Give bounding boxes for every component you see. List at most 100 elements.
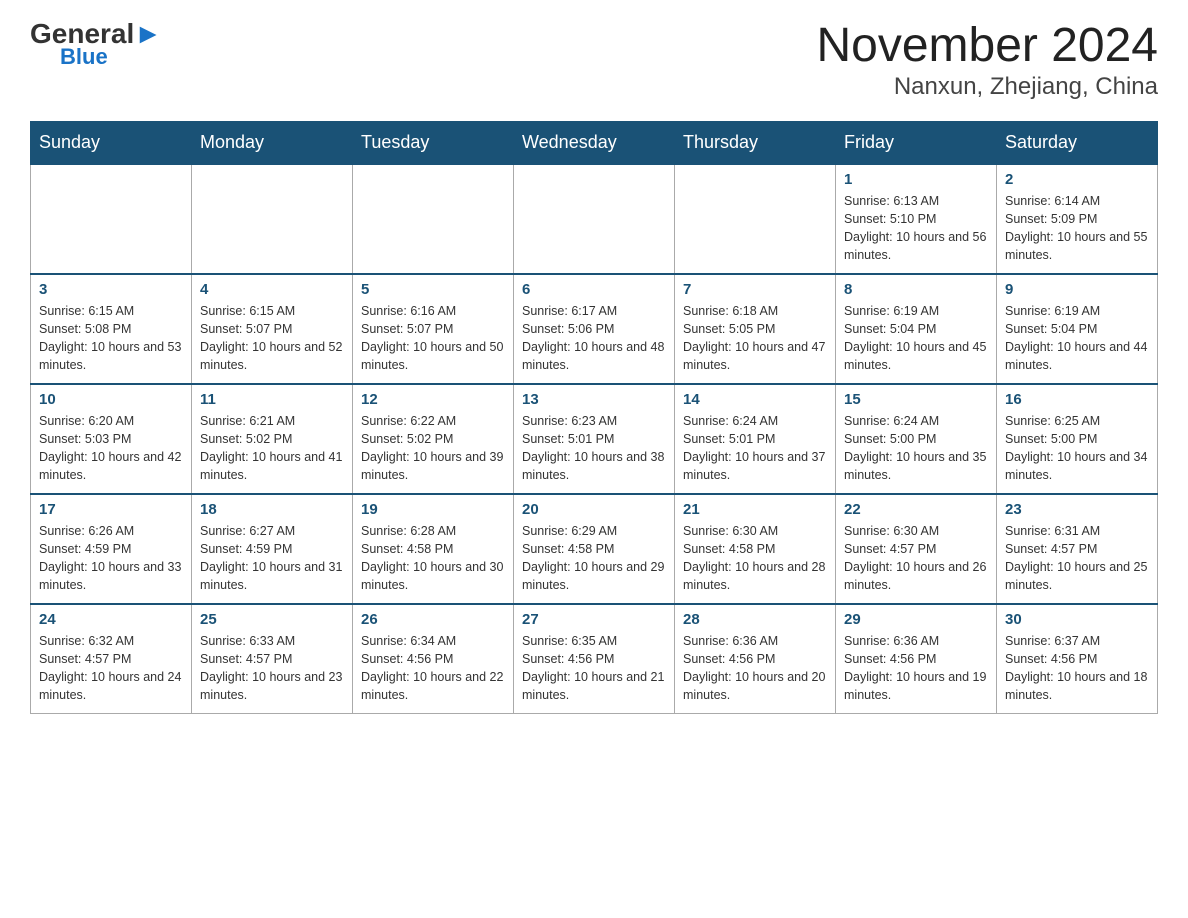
day-number: 13 (522, 391, 666, 408)
calendar-header-row: Sunday Monday Tuesday Wednesday Thursday… (31, 121, 1158, 164)
day-info: Sunrise: 6:17 AMSunset: 5:06 PMDaylight:… (522, 302, 666, 375)
list-item: 30 Sunrise: 6:37 AMSunset: 4:56 PMDayligh… (997, 604, 1158, 714)
day-info: Sunrise: 6:23 AMSunset: 5:01 PMDaylight:… (522, 412, 666, 485)
day-number: 20 (522, 501, 666, 518)
table-row: 1 Sunrise: 6:13 AMSunset: 5:10 PMDaylight… (31, 164, 1158, 274)
list-item: 13 Sunrise: 6:23 AMSunset: 5:01 PMDayligh… (514, 384, 675, 494)
list-item: 28 Sunrise: 6:36 AMSunset: 4:56 PMDayligh… (675, 604, 836, 714)
day-info: Sunrise: 6:18 AMSunset: 5:05 PMDaylight:… (683, 302, 827, 375)
col-saturday: Saturday (997, 121, 1158, 164)
day-number: 30 (1005, 611, 1149, 628)
day-number: 17 (39, 501, 183, 518)
day-number: 21 (683, 501, 827, 518)
list-item: 21 Sunrise: 6:30 AMSunset: 4:58 PMDayligh… (675, 494, 836, 604)
day-number: 24 (39, 611, 183, 628)
list-item: 15Sunrise: 6:24 AMSunset: 5:00 PMDayligh… (836, 384, 997, 494)
day-number: 26 (361, 611, 505, 628)
day-info: Sunrise: 6:16 AMSunset: 5:07 PMDaylight:… (361, 302, 505, 375)
list-item (675, 164, 836, 274)
list-item: 29 Sunrise: 6:36 AMSunset: 4:56 PMDayligh… (836, 604, 997, 714)
day-number: 28 (683, 611, 827, 628)
list-item: 16Sunrise: 6:25 AMSunset: 5:00 PMDayligh… (997, 384, 1158, 494)
list-item: 17 Sunrise: 6:26 AMSunset: 4:59 PMDayligh… (31, 494, 192, 604)
list-item: 24 Sunrise: 6:32 AMSunset: 4:57 PMDayligh… (31, 604, 192, 714)
list-item: 27Sunrise: 6:35 AMSunset: 4:56 PMDayligh… (514, 604, 675, 714)
day-info: Sunrise: 6:29 AMSunset: 4:58 PMDaylight:… (522, 522, 666, 595)
day-info: Sunrise: 6:30 AMSunset: 4:58 PMDaylight:… (683, 522, 827, 595)
list-item: 4 Sunrise: 6:15 AMSunset: 5:07 PMDaylight… (192, 274, 353, 384)
day-info: Sunrise: 6:22 AMSunset: 5:02 PMDaylight:… (361, 412, 505, 485)
day-number: 4 (200, 281, 344, 298)
col-friday: Friday (836, 121, 997, 164)
list-item (514, 164, 675, 274)
day-number: 29 (844, 611, 988, 628)
logo-arrow-icon: ► (134, 18, 162, 49)
day-info: Sunrise: 6:33 AMSunset: 4:57 PMDaylight:… (200, 632, 344, 705)
day-number: 1 (844, 171, 988, 188)
day-number: 3 (39, 281, 183, 298)
day-info: Sunrise: 6:19 AMSunset: 5:04 PMDaylight:… (1005, 302, 1149, 375)
day-info: Sunrise: 6:30 AMSunset: 4:57 PMDaylight:… (844, 522, 988, 595)
day-number: 6 (522, 281, 666, 298)
day-info: Sunrise: 6:24 AMSunset: 5:01 PMDaylight:… (683, 412, 827, 485)
day-info: Sunrise: 6:15 AMSunset: 5:07 PMDaylight:… (200, 302, 344, 375)
day-number: 2 (1005, 171, 1149, 188)
day-info: Sunrise: 6:36 AMSunset: 4:56 PMDaylight:… (683, 632, 827, 705)
col-sunday: Sunday (31, 121, 192, 164)
list-item: 10 Sunrise: 6:20 AMSunset: 5:03 PMDayligh… (31, 384, 192, 494)
day-number: 7 (683, 281, 827, 298)
day-info: Sunrise: 6:26 AMSunset: 4:59 PMDaylight:… (39, 522, 183, 595)
list-item (31, 164, 192, 274)
day-info: Sunrise: 6:37 AMSunset: 4:56 PMDaylight:… (1005, 632, 1149, 705)
list-item: 25Sunrise: 6:33 AMSunset: 4:57 PMDayligh… (192, 604, 353, 714)
day-number: 14 (683, 391, 827, 408)
col-thursday: Thursday (675, 121, 836, 164)
list-item (192, 164, 353, 274)
day-info: Sunrise: 6:24 AMSunset: 5:00 PMDaylight:… (844, 412, 988, 485)
day-info: Sunrise: 6:36 AMSunset: 4:56 PMDaylight:… (844, 632, 988, 705)
logo-blue-text: Blue (60, 44, 108, 70)
day-number: 18 (200, 501, 344, 518)
title-block: November 2024 Nanxun, Zhejiang, China (816, 20, 1158, 101)
day-number: 5 (361, 281, 505, 298)
list-item (353, 164, 514, 274)
list-item: 7 Sunrise: 6:18 AMSunset: 5:05 PMDaylight… (675, 274, 836, 384)
list-item: 11Sunrise: 6:21 AMSunset: 5:02 PMDayligh… (192, 384, 353, 494)
table-row: 10 Sunrise: 6:20 AMSunset: 5:03 PMDayligh… (31, 384, 1158, 494)
day-info: Sunrise: 6:19 AMSunset: 5:04 PMDaylight:… (844, 302, 988, 375)
calendar-title: November 2024 (816, 20, 1158, 73)
day-number: 19 (361, 501, 505, 518)
table-row: 24 Sunrise: 6:32 AMSunset: 4:57 PMDayligh… (31, 604, 1158, 714)
list-item: 19 Sunrise: 6:28 AMSunset: 4:58 PMDayligh… (353, 494, 514, 604)
list-item: 26 Sunrise: 6:34 AMSunset: 4:56 PMDayligh… (353, 604, 514, 714)
list-item: 2Sunrise: 6:14 AMSunset: 5:09 PMDaylight… (997, 164, 1158, 274)
list-item: 5 Sunrise: 6:16 AMSunset: 5:07 PMDaylight… (353, 274, 514, 384)
table-row: 17 Sunrise: 6:26 AMSunset: 4:59 PMDayligh… (31, 494, 1158, 604)
day-number: 22 (844, 501, 988, 518)
col-monday: Monday (192, 121, 353, 164)
logo: General► Blue (30, 20, 162, 70)
list-item: 1 Sunrise: 6:13 AMSunset: 5:10 PMDaylight… (836, 164, 997, 274)
list-item: 18 Sunrise: 6:27 AMSunset: 4:59 PMDayligh… (192, 494, 353, 604)
day-number: 10 (39, 391, 183, 408)
day-info: Sunrise: 6:34 AMSunset: 4:56 PMDaylight:… (361, 632, 505, 705)
day-number: 27 (522, 611, 666, 628)
day-info: Sunrise: 6:13 AMSunset: 5:10 PMDaylight:… (844, 192, 988, 265)
day-info: Sunrise: 6:15 AMSunset: 5:08 PMDaylight:… (39, 302, 183, 375)
day-number: 23 (1005, 501, 1149, 518)
list-item: 6 Sunrise: 6:17 AMSunset: 5:06 PMDaylight… (514, 274, 675, 384)
day-info: Sunrise: 6:20 AMSunset: 5:03 PMDaylight:… (39, 412, 183, 485)
list-item: 12 Sunrise: 6:22 AMSunset: 5:02 PMDayligh… (353, 384, 514, 494)
day-number: 12 (361, 391, 505, 408)
day-number: 11 (200, 391, 344, 408)
table-row: 3 Sunrise: 6:15 AMSunset: 5:08 PMDaylight… (31, 274, 1158, 384)
list-item: 20 Sunrise: 6:29 AMSunset: 4:58 PMDayligh… (514, 494, 675, 604)
col-wednesday: Wednesday (514, 121, 675, 164)
day-info: Sunrise: 6:28 AMSunset: 4:58 PMDaylight:… (361, 522, 505, 595)
day-info: Sunrise: 6:27 AMSunset: 4:59 PMDaylight:… (200, 522, 344, 595)
calendar-table: Sunday Monday Tuesday Wednesday Thursday… (30, 121, 1158, 715)
day-info: Sunrise: 6:32 AMSunset: 4:57 PMDaylight:… (39, 632, 183, 705)
list-item: 14 Sunrise: 6:24 AMSunset: 5:01 PMDayligh… (675, 384, 836, 494)
day-info: Sunrise: 6:31 AMSunset: 4:57 PMDaylight:… (1005, 522, 1149, 595)
list-item: 9Sunrise: 6:19 AMSunset: 5:04 PMDaylight… (997, 274, 1158, 384)
